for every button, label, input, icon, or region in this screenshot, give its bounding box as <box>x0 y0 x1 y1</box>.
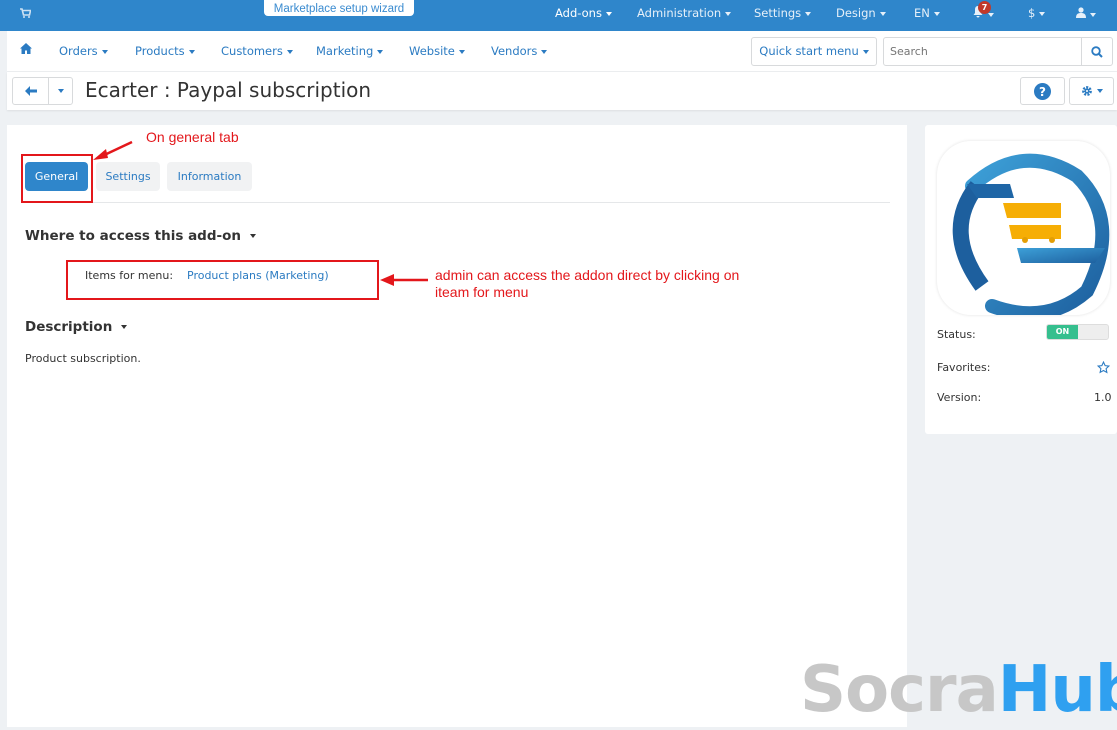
watermark-part1: Socra <box>800 653 999 727</box>
annotation-menu-note-2: iteam for menu <box>435 284 529 300</box>
annotation-menu-note-1: admin can access the addon direct by cli… <box>435 267 740 283</box>
watermark-part2: Hub <box>997 653 1117 727</box>
socrahub-watermark: SocraHub <box>800 650 1117 730</box>
annotation-arrows <box>93 140 428 286</box>
annotation-tab-note: On general tab <box>146 129 239 145</box>
